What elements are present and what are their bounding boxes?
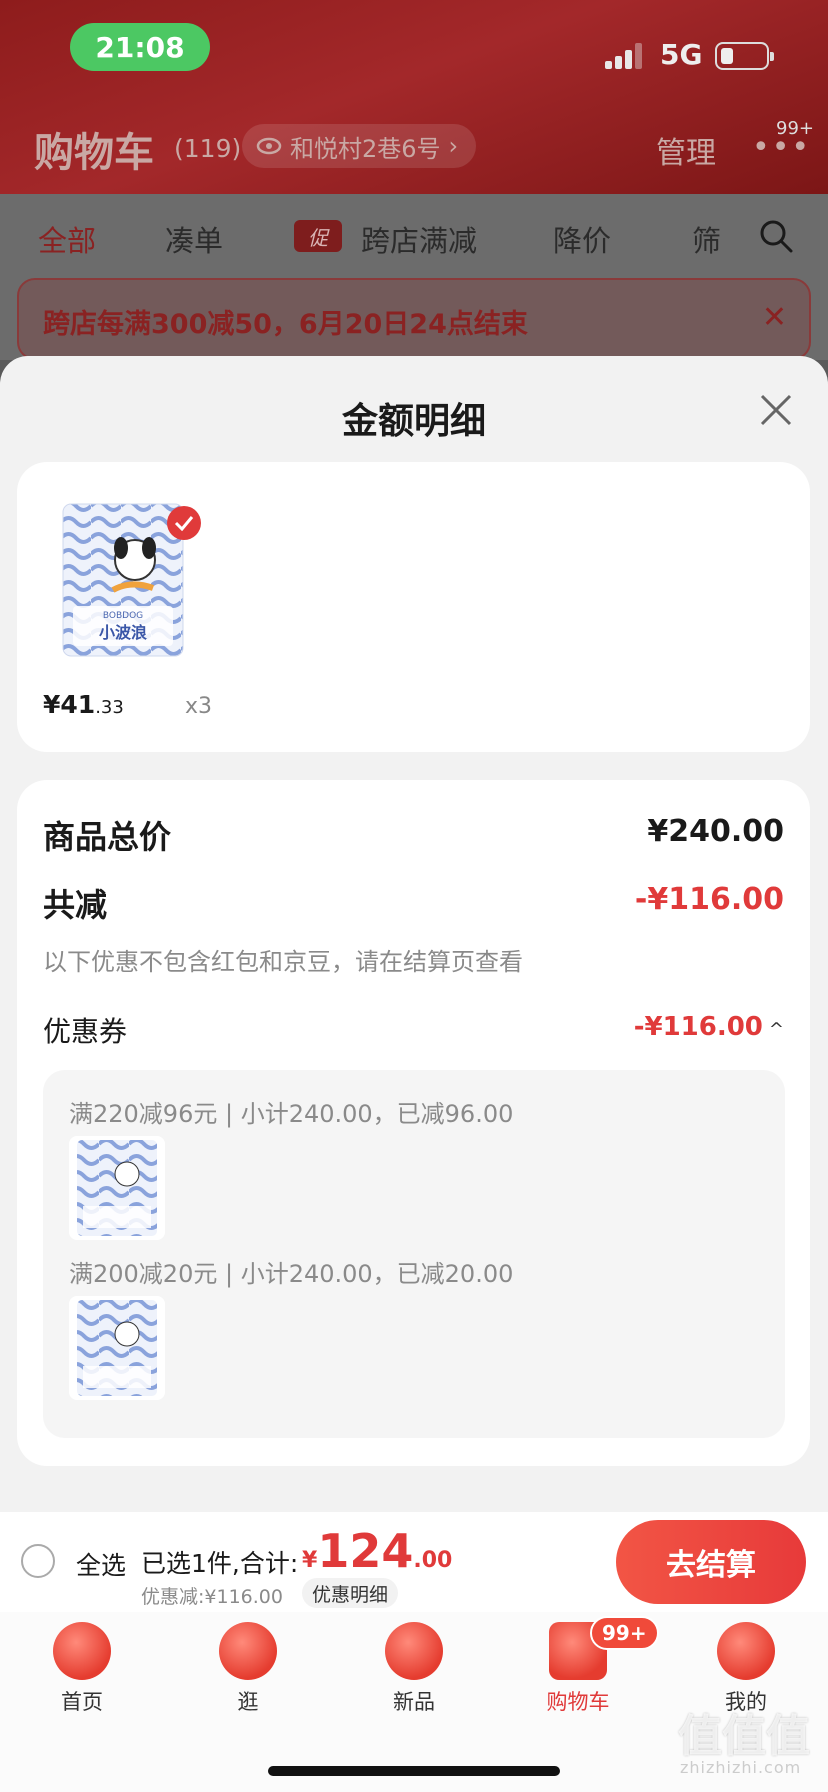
status-time: 21:08 (70, 23, 210, 71)
watermark-logo: 值值值 (678, 1711, 810, 1762)
discount-detail-button[interactable]: 优惠明细 (302, 1578, 399, 1608)
manage-button[interactable]: 管理 (656, 128, 716, 172)
product-thumbnail (69, 1296, 165, 1400)
price-int: ¥41 (43, 690, 96, 719)
checkout-bar: 全选 已选1件,合计: ¥124.00 优惠减:¥116.00 优惠明细 去结算 (0, 1512, 828, 1612)
promo-banner-text: 跨店每满300减50，6月20日24点结束 (43, 309, 528, 340)
page-title: 购物车 (34, 130, 154, 176)
tabbar-browse[interactable]: 逛 (188, 1622, 308, 1716)
total-value: ¥240.00 (647, 814, 784, 849)
coupon-line: 满200减20元 | 小计240.00，已减20.00 (69, 1260, 514, 1288)
checkout-button[interactable]: 去结算 (616, 1520, 806, 1604)
signal-icon (605, 43, 647, 69)
product-thumbnail (69, 1136, 165, 1240)
cart-header: 21:08 5G 购物车 (119) 和悦村2巷6号 › 管理 ••• 99+ (0, 0, 828, 194)
eye-icon (256, 137, 282, 155)
cart-count: (119) (174, 134, 242, 163)
browse-icon (219, 1622, 277, 1680)
reduce-label: 共减 (43, 886, 108, 924)
reduce-value: -¥116.00 (634, 882, 784, 917)
total-currency: ¥ (302, 1548, 318, 1573)
address-selector[interactable]: 和悦村2巷6号 › (242, 124, 477, 168)
coupon-toggle[interactable]: -¥116.00 ^ (634, 1012, 784, 1042)
tabbar-cart[interactable]: 99+ 购物车 (518, 1616, 659, 1716)
close-icon[interactable] (754, 388, 798, 432)
summary-card: 商品总价 ¥240.00 共减 -¥116.00 以下优惠不包含红包和京豆，请在… (17, 780, 810, 1466)
profile-icon (717, 1622, 775, 1680)
discount-summary: 优惠减:¥116.00 (141, 1586, 283, 1608)
watermark-url: zhizhizhi.com (680, 1758, 802, 1777)
more-badge: 99+ (776, 118, 814, 139)
total-dec: .00 (413, 1548, 453, 1573)
product-card: BOBDOG 小波浪 ¥41.33 x3 (17, 462, 810, 752)
close-icon[interactable]: ✕ (762, 300, 787, 335)
check-icon[interactable] (167, 506, 201, 540)
address-text: 和悦村2巷6号 (290, 134, 441, 163)
tabbar-home[interactable]: 首页 (22, 1622, 142, 1716)
product-qty: x3 (185, 694, 213, 719)
battery-icon (715, 42, 774, 70)
chevron-right-icon: › (448, 132, 459, 160)
coupon-value: -¥116.00 (633, 1012, 763, 1042)
product-brand: BOBDOG (103, 611, 143, 621)
total-int: 124 (317, 1524, 414, 1578)
select-all-checkbox[interactable] (21, 1544, 55, 1578)
promo-banner: 跨店每满300减50，6月20日24点结束 ✕ (17, 278, 811, 360)
tabbar-new[interactable]: 新品 (354, 1622, 474, 1716)
new-icon (385, 1622, 443, 1680)
cart-badge: 99+ (590, 1616, 659, 1650)
home-indicator[interactable] (268, 1766, 560, 1776)
price-dec: .33 (95, 697, 124, 718)
tabbar-label: 新品 (393, 1690, 435, 1714)
total-amount: ¥124.00 (302, 1524, 452, 1578)
tabbar-label: 首页 (61, 1690, 103, 1714)
amount-detail-sheet: 金额明细 BOBDOG 小波浪 ¥41.33 x3 商品总价 ¥240.00 共… (0, 356, 828, 1512)
search-icon[interactable] (758, 218, 794, 254)
network-label: 5G (660, 38, 703, 71)
tabbar-label: 逛 (237, 1690, 259, 1714)
coupon-line: 满220减96元 | 小计240.00，已减96.00 (69, 1100, 514, 1128)
tabbar-label: 购物车 (546, 1690, 610, 1714)
sheet-title: 金额明细 (341, 401, 486, 442)
tab-all[interactable]: 全部 (38, 218, 96, 260)
home-icon (53, 1622, 111, 1680)
discount-note: 以下优惠不包含红包和京豆，请在结算页查看 (43, 948, 523, 976)
product-name: 小波浪 (99, 623, 147, 642)
promo-tag: 促 (294, 220, 342, 252)
tab-price-drop[interactable]: 降价 (553, 218, 611, 260)
product-price: ¥41.33 (43, 690, 124, 719)
tab-bundle[interactable]: 凑单 (165, 218, 223, 260)
coupon-list: 满220减96元 | 小计240.00，已减96.00 满200减20元 | 小… (43, 1070, 785, 1438)
tab-cross-store[interactable]: 跨店满减 (361, 218, 477, 260)
total-label: 商品总价 (43, 818, 172, 856)
tab-filter[interactable]: 筛 (692, 218, 721, 260)
coupon-label: 优惠券 (43, 1015, 128, 1048)
chevron-up-icon: ^ (768, 1019, 784, 1040)
select-all-label[interactable]: 全选 (76, 1546, 126, 1582)
selected-summary: 已选1件,合计: (141, 1549, 299, 1578)
